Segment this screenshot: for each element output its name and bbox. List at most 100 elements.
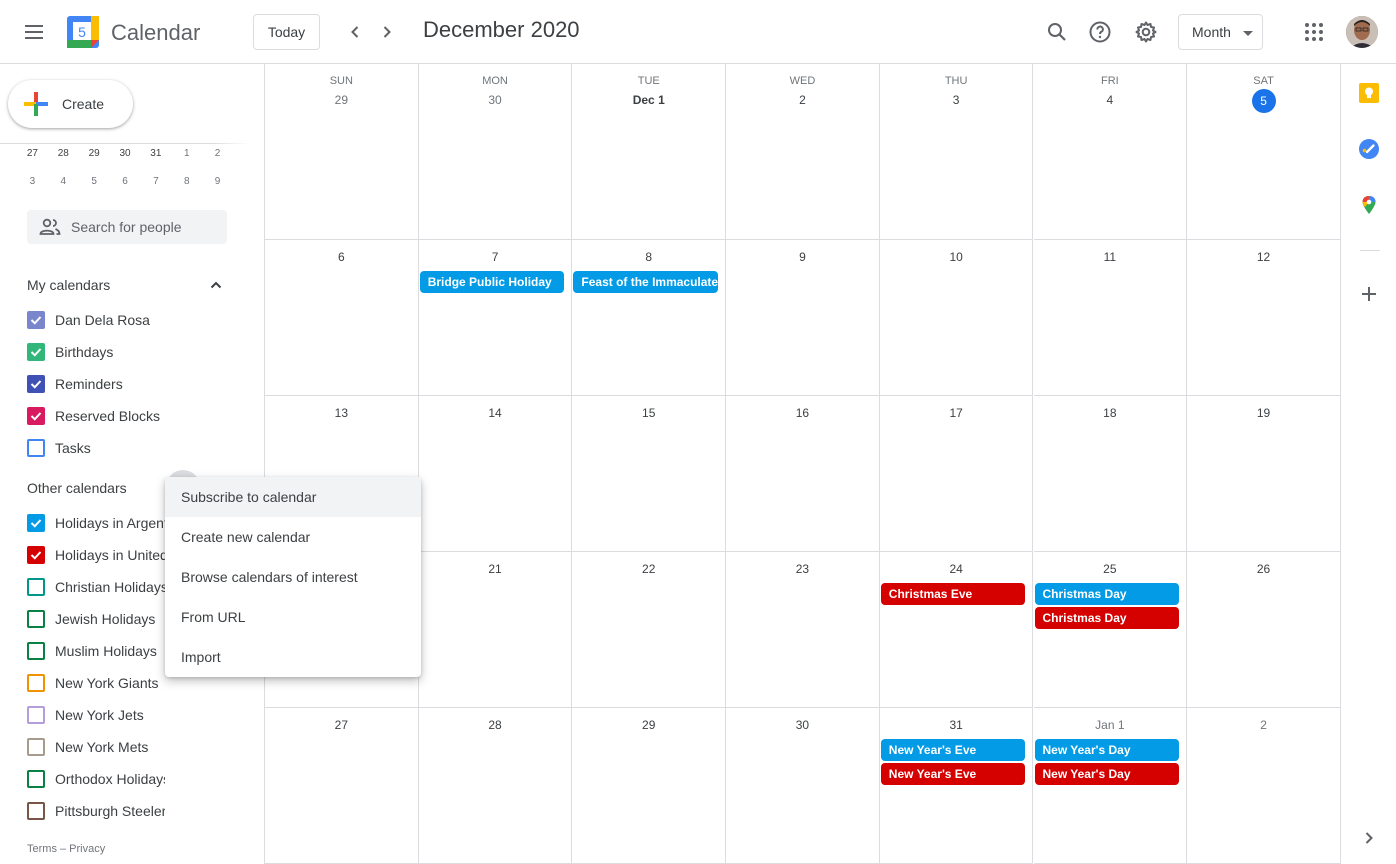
mini-calendar-day[interactable]: 7 <box>140 176 171 187</box>
day-cell[interactable]: THU 3 <box>879 64 1034 240</box>
calendar-checkbox[interactable] <box>27 514 45 532</box>
day-number[interactable]: 28 <box>419 718 572 732</box>
day-number[interactable]: 27 <box>265 718 418 732</box>
my-calendars-heading[interactable]: My calendars <box>27 277 110 293</box>
keep-button[interactable] <box>1359 83 1379 103</box>
day-cell[interactable]: 29 <box>572 708 727 864</box>
search-button[interactable] <box>1043 18 1071 46</box>
today-button[interactable]: Today <box>253 14 320 50</box>
day-cell[interactable]: 23 <box>726 552 880 708</box>
mini-calendar-day[interactable]: 31 <box>140 148 171 159</box>
day-cell[interactable]: 8 <box>572 240 727 396</box>
day-cell[interactable]: 9 <box>726 240 880 396</box>
calendar-checkbox[interactable] <box>27 642 45 660</box>
day-number[interactable]: 25 <box>1034 562 1187 576</box>
calendar-item[interactable]: Reserved Blocks <box>27 404 257 428</box>
mini-calendar-day[interactable]: 29 <box>79 148 110 159</box>
help-button[interactable] <box>1086 18 1114 46</box>
settings-button[interactable] <box>1132 18 1160 46</box>
calendar-checkbox[interactable] <box>27 407 45 425</box>
mini-calendar-day[interactable]: 30 <box>110 148 141 159</box>
terms-privacy-links[interactable]: Terms – Privacy <box>27 843 105 855</box>
calendar-checkbox[interactable] <box>27 770 45 788</box>
calendar-checkbox[interactable] <box>27 343 45 361</box>
day-cell[interactable]: 19 <box>1187 396 1341 552</box>
calendar-checkbox[interactable] <box>27 578 45 596</box>
day-number[interactable]: 14 <box>419 406 572 420</box>
day-cell[interactable]: SUN 29 <box>265 64 419 240</box>
calendar-item[interactable]: Reminders <box>27 372 257 396</box>
day-number[interactable]: 2 <box>1187 718 1340 732</box>
get-addons-button[interactable] <box>1359 284 1379 304</box>
day-cell[interactable]: FRI 4 <box>1033 64 1188 240</box>
collapse-my-calendars-button[interactable] <box>204 273 228 297</box>
calendar-item[interactable]: New York Jets <box>27 703 257 727</box>
day-cell[interactable]: 7 <box>418 240 573 396</box>
day-number[interactable]: 13 <box>265 406 418 420</box>
day-number[interactable]: 26 <box>1187 562 1340 576</box>
mini-calendar-day[interactable]: 9 <box>202 176 233 187</box>
day-cell[interactable]: 10 <box>879 240 1034 396</box>
mini-calendar-day[interactable]: 1 <box>171 148 202 159</box>
day-cell[interactable]: 28 <box>418 708 573 864</box>
day-number[interactable]: 11 <box>1034 250 1187 264</box>
event-chip[interactable]: New Year's Day <box>1034 763 1180 785</box>
calendar-logo[interactable]: 5 <box>67 16 99 48</box>
event-chip[interactable]: Christmas Eve <box>880 583 1026 605</box>
tasks-button[interactable] <box>1359 139 1379 159</box>
event-chip[interactable]: New Year's Eve <box>880 763 1026 785</box>
day-cell[interactable]: 14 <box>418 396 573 552</box>
mini-calendar-day[interactable]: 27 <box>17 148 48 159</box>
calendar-item[interactable]: Birthdays <box>27 340 257 364</box>
day-number[interactable]: 21 <box>419 562 572 576</box>
day-number[interactable]: 24 <box>880 562 1033 576</box>
day-cell[interactable]: 30 <box>726 708 880 864</box>
day-cell[interactable]: Jan 1 <box>1033 708 1188 864</box>
day-number[interactable]: 22 <box>572 562 725 576</box>
menu-item[interactable]: Browse calendars of interest <box>165 557 421 597</box>
day-number[interactable]: 5 <box>1187 89 1340 113</box>
previous-month-button[interactable] <box>343 20 367 44</box>
expand-side-panel-button[interactable] <box>1359 828 1379 848</box>
day-number[interactable]: 23 <box>726 562 879 576</box>
day-cell[interactable]: 26 <box>1187 552 1341 708</box>
google-apps-button[interactable] <box>1300 18 1328 46</box>
day-cell[interactable]: 18 <box>1033 396 1188 552</box>
calendar-checkbox[interactable] <box>27 706 45 724</box>
day-number[interactable]: 16 <box>726 406 879 420</box>
calendar-item[interactable]: New York Mets <box>27 735 257 759</box>
day-cell[interactable]: WED 2 <box>726 64 880 240</box>
mini-calendar-day[interactable]: 6 <box>110 176 141 187</box>
calendar-item[interactable]: Orthodox Holidays <box>27 767 257 791</box>
mini-calendar-day[interactable]: 4 <box>48 176 79 187</box>
day-number[interactable]: 9 <box>726 250 879 264</box>
day-cell[interactable]: 31 <box>879 708 1034 864</box>
day-number[interactable]: 17 <box>880 406 1033 420</box>
day-number[interactable]: 30 <box>419 93 572 107</box>
day-number[interactable]: 29 <box>572 718 725 732</box>
day-cell[interactable]: 27 <box>265 708 419 864</box>
mini-calendar-day[interactable]: 8 <box>171 176 202 187</box>
calendar-checkbox[interactable] <box>27 802 45 820</box>
event-chip[interactable]: Feast of the Immaculate Conception <box>573 271 719 293</box>
day-cell[interactable]: 22 <box>572 552 727 708</box>
day-cell[interactable]: 2 <box>1187 708 1341 864</box>
day-number[interactable]: 7 <box>419 250 572 264</box>
day-cell[interactable]: 24 <box>879 552 1034 708</box>
day-number[interactable]: 3 <box>880 93 1033 107</box>
day-number[interactable]: 4 <box>1034 93 1187 107</box>
mini-calendar-day[interactable]: 2 <box>202 148 233 159</box>
calendar-checkbox[interactable] <box>27 738 45 756</box>
day-cell[interactable]: 6 <box>265 240 419 396</box>
day-number[interactable]: Jan 1 <box>1034 718 1187 732</box>
day-cell[interactable]: 15 <box>572 396 727 552</box>
calendar-item[interactable]: Dan Dela Rosa <box>27 308 257 332</box>
day-cell[interactable]: 17 <box>879 396 1034 552</box>
menu-item[interactable]: Create new calendar <box>165 517 421 557</box>
day-number[interactable]: 2 <box>726 93 879 107</box>
view-selector[interactable]: Month <box>1178 14 1263 50</box>
calendar-checkbox[interactable] <box>27 674 45 692</box>
day-cell[interactable]: TUE Dec 1 <box>572 64 727 240</box>
day-cell[interactable]: 12 <box>1187 240 1341 396</box>
event-chip[interactable]: Christmas Day <box>1034 583 1180 605</box>
